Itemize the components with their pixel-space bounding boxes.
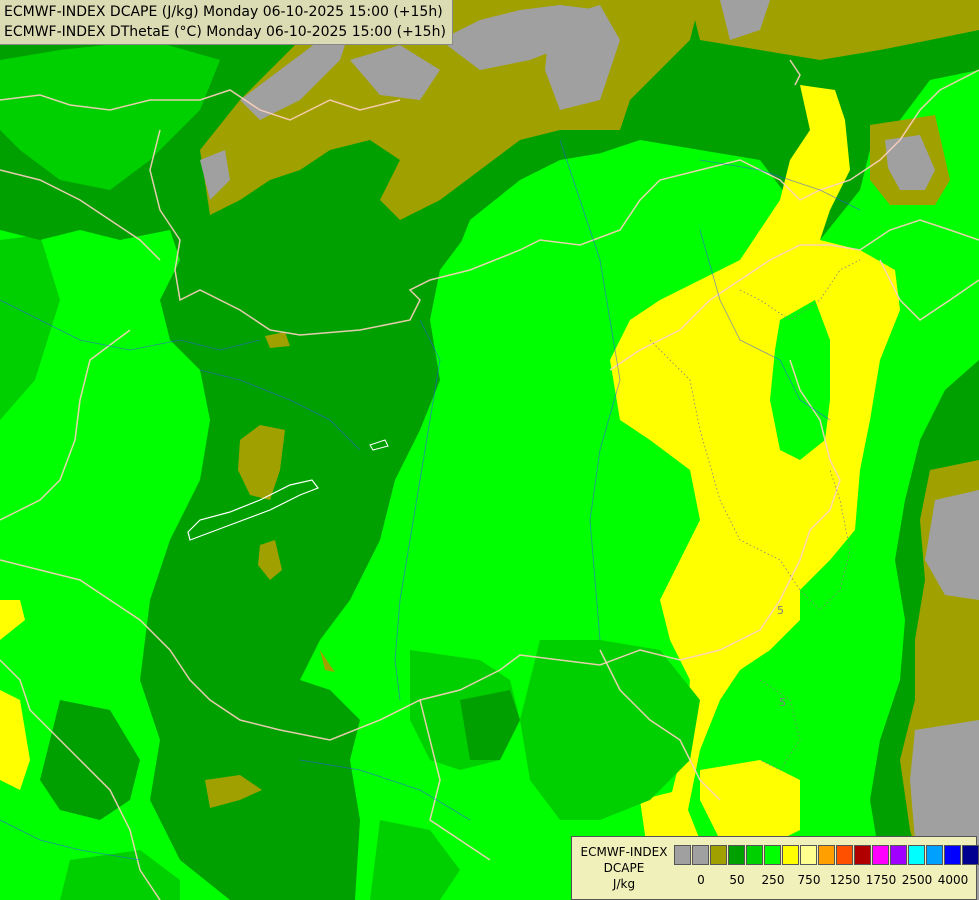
legend-swatch [728, 845, 745, 865]
legend-swatch [800, 845, 817, 865]
legend-tick-label: 2500 [901, 873, 933, 887]
legend-swatch [890, 845, 907, 865]
legend-swatch [908, 845, 925, 865]
color-legend: ECMWF-INDEX DCAPE J/kg 0 50 250 750 1250 1750… [571, 836, 979, 900]
legend-tick-label: 4000 [937, 873, 969, 887]
legend-swatch [764, 845, 781, 865]
legend-label: ECMWF-INDEX DCAPE J/kg [576, 844, 672, 892]
legend-swatch [674, 845, 691, 865]
legend-swatch [926, 845, 943, 865]
legend-ticks: 0 50 250 750 1250 1750 2500 4000 [674, 873, 974, 891]
legend-tick-label: 1250 [829, 873, 861, 887]
contour-label: 5 [777, 604, 784, 617]
legend-swatch [818, 845, 835, 865]
legend-swatch [782, 845, 799, 865]
legend-tick-label: 750 [797, 873, 821, 887]
legend-swatch [854, 845, 871, 865]
dcape-map: 5 5 [0, 0, 979, 900]
legend-swatch [710, 845, 727, 865]
legend-swatch [962, 845, 979, 865]
legend-tick-label: 0 [697, 873, 705, 887]
legend-swatch [746, 845, 763, 865]
legend-tick-label: 50 [729, 873, 745, 887]
legend-swatch [692, 845, 709, 865]
legend-swatch [836, 845, 853, 865]
legend-unit: J/kg [612, 877, 636, 891]
legend-model: ECMWF-INDEX [580, 845, 668, 859]
legend-swatch [944, 845, 961, 865]
map-title: ECMWF-INDEX DCAPE (J/kg) Monday 06-10-20… [0, 0, 453, 45]
legend-tick-label: 250 [761, 873, 785, 887]
legend-swatches [674, 845, 979, 865]
legend-param: DCAPE [603, 861, 645, 875]
legend-swatch [872, 845, 889, 865]
title-line-dthetae: ECMWF-INDEX DThetaE (°C) Monday 06-10-20… [4, 24, 446, 40]
title-line-dcape: ECMWF-INDEX DCAPE (J/kg) Monday 06-10-20… [4, 4, 443, 20]
legend-tick-label: 1750 [865, 873, 897, 887]
contour-label: 5 [779, 696, 786, 709]
